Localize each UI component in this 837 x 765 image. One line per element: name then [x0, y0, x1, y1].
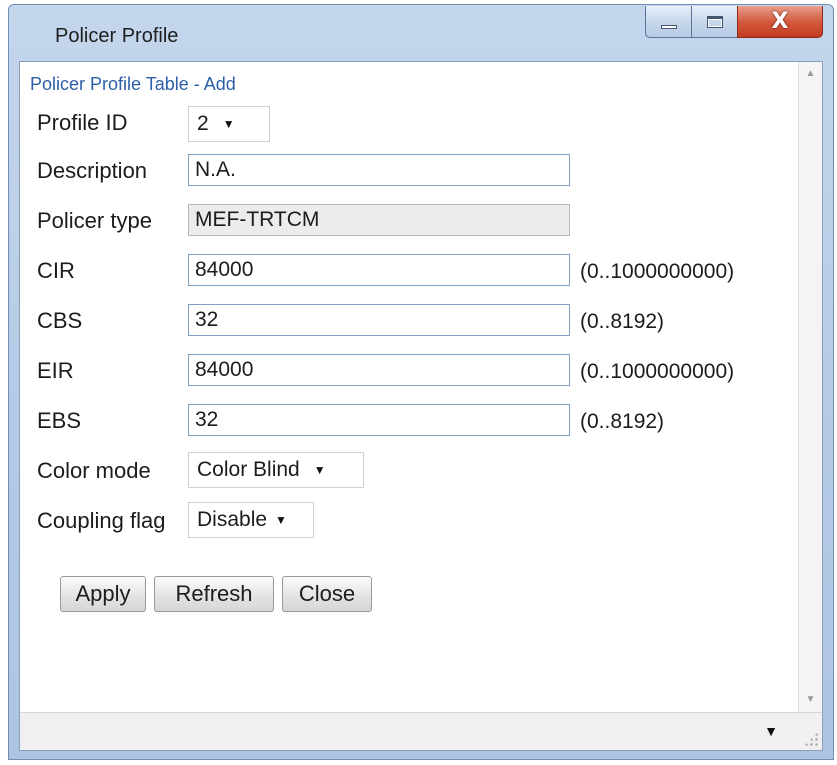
- cir-input[interactable]: [188, 254, 570, 286]
- description-label: Description: [37, 158, 148, 183]
- cbs-label: CBS: [37, 308, 83, 333]
- window-title: Policer Profile: [55, 25, 179, 47]
- maximize-button[interactable]: [691, 6, 737, 38]
- title-bar[interactable]: Policer Profile X: [9, 5, 833, 61]
- form-heading: Policer Profile Table - Add: [30, 74, 236, 94]
- cbs-input[interactable]: [188, 304, 570, 336]
- window-controls: X: [645, 6, 823, 38]
- refresh-button[interactable]: Refresh: [154, 576, 274, 612]
- eir-label: EIR: [37, 358, 74, 383]
- cir-label: CIR: [37, 258, 75, 283]
- eir-input[interactable]: [188, 354, 570, 386]
- profile-id-value: 2: [197, 112, 209, 135]
- scroll-down-icon[interactable]: ▼: [799, 690, 822, 710]
- color-mode-select[interactable]: Color Blind ▼: [188, 452, 364, 488]
- policer-profile-window: Policer Profile X Policer Profile Table …: [8, 4, 834, 760]
- close-window-button[interactable]: X: [737, 6, 823, 38]
- resize-grip-icon[interactable]: [804, 732, 818, 746]
- cbs-range: (0..8192): [580, 310, 665, 333]
- status-dropdown-icon[interactable]: ▼: [764, 723, 778, 739]
- color-mode-value: Color Blind: [197, 458, 300, 481]
- cir-range: (0..1000000000): [580, 260, 735, 283]
- chevron-down-icon: ▼: [222, 117, 235, 131]
- ebs-label: EBS: [37, 408, 82, 433]
- chevron-down-icon: ▼: [313, 463, 326, 477]
- policer-type-field: [188, 204, 570, 236]
- ebs-input[interactable]: [188, 404, 570, 436]
- minimize-icon: [660, 24, 677, 29]
- maximize-icon: [706, 15, 723, 28]
- close-icon: X: [771, 9, 789, 34]
- ebs-range: (0..8192): [580, 410, 665, 433]
- vertical-scrollbar[interactable]: ▲ ▼: [798, 62, 822, 712]
- color-mode-label: Color mode: [37, 458, 151, 483]
- coupling-flag-value: Disable: [197, 508, 268, 531]
- profile-id-select[interactable]: 2 ▼: [188, 106, 270, 142]
- coupling-flag-label: Coupling flag: [37, 508, 166, 533]
- chevron-down-icon: ▼: [275, 513, 287, 527]
- client-area: Policer Profile Table - Add Profile ID 2…: [19, 61, 823, 751]
- status-bar: ▼: [20, 712, 822, 750]
- policer-type-label: Policer type: [37, 208, 152, 233]
- coupling-flag-select[interactable]: Disable ▼: [188, 502, 314, 538]
- description-input[interactable]: [188, 154, 570, 186]
- eir-range: (0..1000000000): [580, 360, 735, 383]
- scroll-up-icon[interactable]: ▲: [799, 64, 822, 84]
- profile-id-label: Profile ID: [37, 110, 128, 135]
- close-button[interactable]: Close: [282, 576, 372, 612]
- minimize-button[interactable]: [645, 6, 691, 38]
- form-panel: Policer Profile Table - Add Profile ID 2…: [20, 62, 800, 712]
- apply-button[interactable]: Apply: [60, 576, 146, 612]
